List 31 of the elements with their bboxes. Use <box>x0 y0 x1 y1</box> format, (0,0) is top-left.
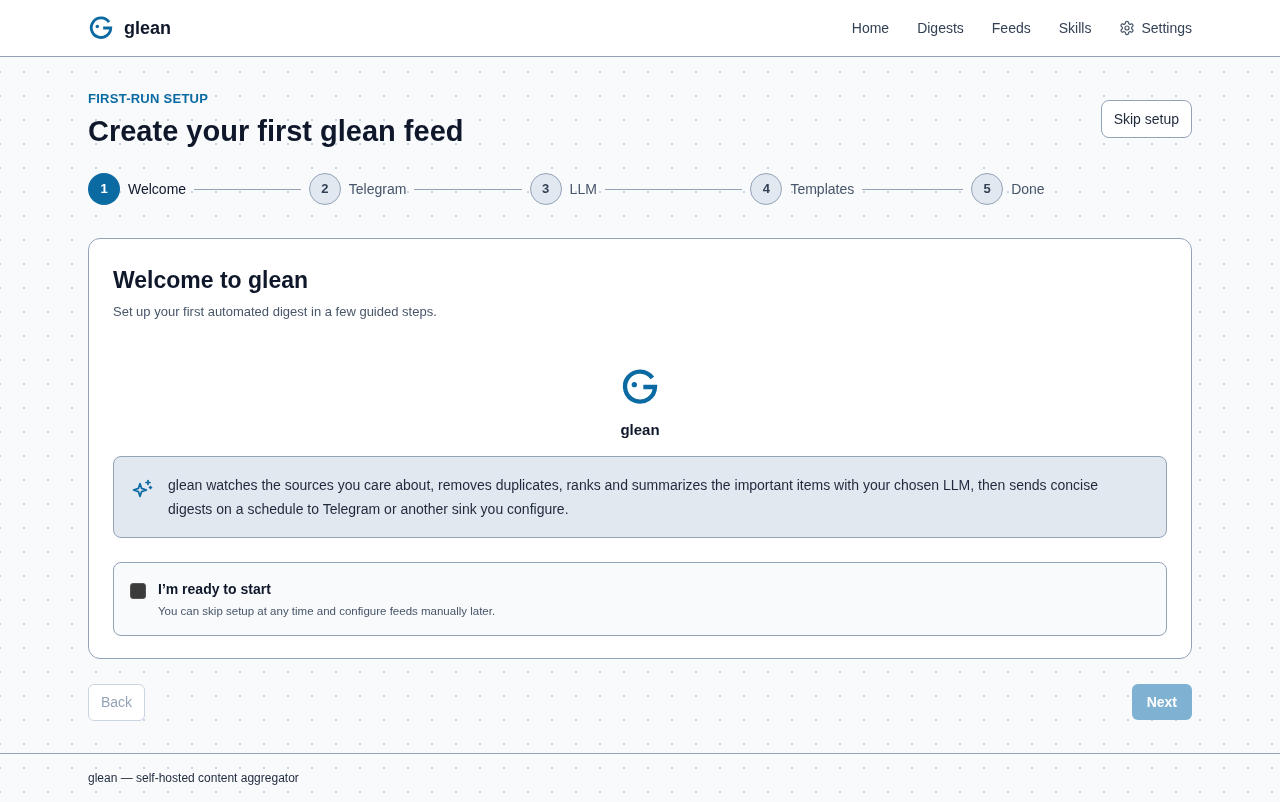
settings-link[interactable]: Settings <box>1119 17 1192 39</box>
footer-text: glean — self-hosted content aggregator <box>88 770 299 787</box>
step-number[interactable]: 1 <box>88 173 120 205</box>
nav-link[interactable]: Digests <box>917 17 964 39</box>
step-number[interactable]: 3 <box>529 173 562 205</box>
logo-label: glean <box>620 420 660 440</box>
info-text: glean watches the sources you care about, removes duplicates, ranks and summarizes the important items with your chosen LLM, then sends concise digests on a schedule to Telegram or another sink you configure. <box>168 475 1099 519</box>
skip-setup-button[interactable]: Skip setup <box>1100 100 1192 138</box>
settings-icon <box>1119 20 1136 36</box>
step-number[interactable]: 4 <box>750 173 783 205</box>
step-number[interactable]: 2 <box>308 173 341 205</box>
step-label: Done <box>1011 179 1045 199</box>
checkbox-label: I’m ready to start <box>158 579 272 599</box>
step-label: Templates <box>790 179 855 199</box>
ready-option[interactable]: I’m ready to start You can skip setup at any time and configure feeds manually later. <box>113 561 1167 636</box>
checkbox[interactable] <box>130 582 146 599</box>
page-title: Create your first glean feed <box>88 114 464 149</box>
step-label: Welcome <box>128 179 187 199</box>
step-label: LLM <box>569 179 597 199</box>
brand-name[interactable]: glean <box>124 14 171 42</box>
eyebrow-label: FIRST-RUN SETUP <box>88 91 210 107</box>
nav-link[interactable]: Feeds <box>991 17 1031 39</box>
checkbox-hint: You can skip setup at any time and configure feeds manually later. <box>158 603 496 619</box>
logo-icon <box>620 367 660 407</box>
card-subtitle: Set up your first automated digest in a few guided steps. <box>113 303 438 321</box>
nav-link[interactable]: Home <box>851 17 890 39</box>
nav-link[interactable]: Skills <box>1058 17 1092 39</box>
step-label: Telegram <box>348 179 407 199</box>
logo-icon <box>88 15 114 41</box>
step-number[interactable]: 5 <box>971 173 1004 205</box>
card-title: Welcome to glean <box>113 266 310 295</box>
